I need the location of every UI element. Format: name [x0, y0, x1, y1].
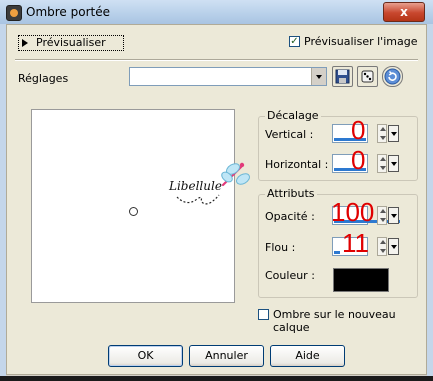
dialog-body: Prévisualiser ✓ Prévisualiser l'image Ré…: [6, 24, 427, 375]
vertical-offset-value: 0: [351, 115, 366, 145]
separator: [15, 59, 418, 61]
window-border-right: [427, 24, 433, 376]
shadow-color-swatch[interactable]: [333, 268, 389, 292]
ok-button[interactable]: OK: [108, 345, 183, 367]
horizontal-label: Horizontal :: [265, 158, 329, 171]
offset-group-title: Décalage: [265, 109, 321, 122]
vertical-offset-spinner[interactable]: [377, 124, 387, 143]
spin-up-icon[interactable]: [380, 127, 386, 131]
blur-spinner[interactable]: [377, 237, 387, 256]
preview-toggle-button[interactable]: Prévisualiser: [18, 35, 124, 51]
preview-image-label: Prévisualiser l'image: [304, 35, 418, 48]
new-layer-label: Ombre sur le nouveau calque: [273, 308, 396, 334]
spin-down-icon[interactable]: [380, 249, 386, 253]
spin-up-icon[interactable]: [380, 157, 386, 161]
horizontal-offset-dropdown[interactable]: [388, 155, 399, 172]
close-button[interactable]: x: [383, 2, 425, 22]
shadow-target-handle[interactable]: [129, 207, 138, 216]
reset-button[interactable]: [382, 66, 403, 87]
horizontal-offset-spinner[interactable]: [377, 154, 387, 173]
opacity-dropdown[interactable]: [388, 207, 399, 224]
settings-label: Réglages: [18, 72, 69, 85]
spin-up-icon[interactable]: [380, 240, 386, 244]
save-icon: [335, 69, 350, 84]
title-bar: Ombre portée x: [0, 0, 433, 25]
new-layer-checkbox[interactable]: [258, 309, 269, 320]
randomize-button[interactable]: [357, 66, 378, 87]
close-icon: x: [400, 5, 408, 19]
spin-up-icon[interactable]: [380, 209, 386, 213]
preview-toggle-label: Prévisualiser: [36, 36, 106, 49]
spin-down-icon[interactable]: [380, 218, 386, 222]
reset-icon: [384, 68, 401, 85]
blur-value: 11: [342, 228, 369, 258]
expand-arrow-icon: [22, 39, 28, 47]
blur-label: Flou :: [265, 241, 296, 254]
cancel-button[interactable]: Annuler: [189, 345, 264, 367]
app-icon: [6, 5, 22, 21]
dialog-window: Ombre portée x Prévisualiser ✓ Prévisual…: [0, 0, 433, 381]
save-settings-button[interactable]: [332, 66, 353, 87]
opacity-label: Opacité :: [265, 210, 315, 223]
settings-dropdown[interactable]: [129, 67, 327, 86]
spin-down-icon[interactable]: [380, 166, 386, 170]
libellule-watermark-logo: Libellule: [168, 162, 250, 205]
svg-text:Libellule: Libellule: [168, 179, 222, 193]
window-title: Ombre portée: [26, 5, 110, 19]
vertical-offset-dropdown[interactable]: [388, 125, 399, 142]
blur-dropdown[interactable]: [388, 238, 399, 255]
help-button[interactable]: Aide: [270, 345, 345, 367]
opacity-value: 100: [331, 197, 375, 227]
desktop-background: [0, 376, 433, 381]
dice-icon: [361, 70, 374, 83]
vertical-label: Vertical :: [265, 128, 314, 141]
spin-down-icon[interactable]: [380, 136, 386, 140]
opacity-spinner[interactable]: [377, 206, 387, 225]
attributes-group-title: Attributs: [265, 187, 317, 200]
preview-image-checkbox[interactable]: ✓: [289, 36, 300, 47]
chevron-down-icon[interactable]: [311, 68, 326, 85]
color-label: Couleur :: [265, 269, 315, 282]
blur-slider-bar[interactable]: [334, 251, 340, 254]
horizontal-offset-value: 0: [351, 145, 366, 175]
